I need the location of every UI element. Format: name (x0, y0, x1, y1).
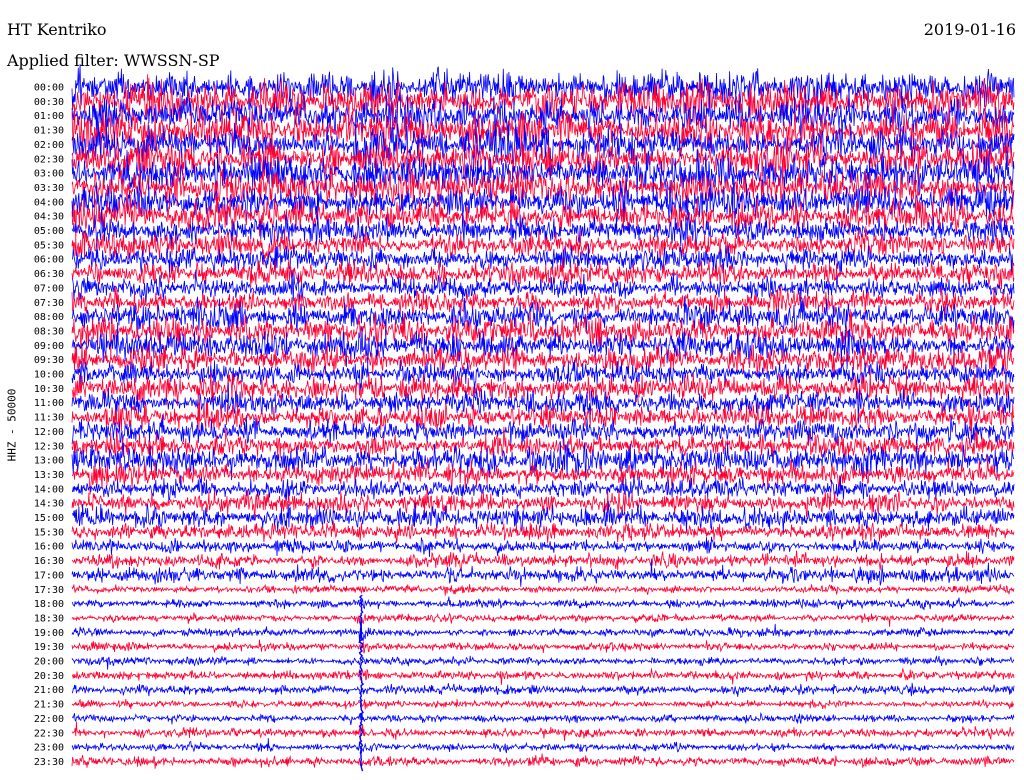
trace-row (71, 149, 1015, 202)
row-time-label: 19:00 (34, 628, 64, 639)
trace-row (71, 536, 1015, 558)
row-time-label: 01:30 (34, 126, 64, 137)
row-time-label: 06:00 (34, 255, 64, 266)
trace-row (71, 583, 1015, 596)
row-time-label: 23:30 (34, 757, 64, 768)
trace-row (71, 596, 1015, 611)
trace-row (71, 309, 1015, 357)
row-time-label: 21:00 (34, 685, 64, 696)
row-time-label: 20:00 (34, 657, 64, 668)
row-time-label: 00:00 (34, 83, 64, 94)
row-time-label: 09:30 (34, 355, 64, 366)
row-time-label: 15:00 (34, 513, 64, 524)
row-time-label: 07:30 (34, 298, 64, 309)
trace-row (71, 668, 1015, 685)
trace-row (71, 721, 1015, 741)
row-time-label: 04:30 (34, 212, 64, 223)
row-time-label: 20:30 (34, 671, 64, 682)
trace-row (71, 639, 1015, 654)
row-time-label: 13:00 (34, 456, 64, 467)
row-time-label: 11:30 (34, 413, 64, 424)
row-time-label: 08:00 (34, 312, 64, 323)
row-time-label: 02:30 (34, 154, 64, 165)
row-time-label: 07:00 (34, 283, 64, 294)
trace-row (71, 550, 1015, 571)
row-time-label: 21:30 (34, 700, 64, 711)
trace-row (71, 612, 1015, 627)
row-time-label: 01:00 (34, 111, 64, 122)
row-time-label: 23:00 (34, 743, 64, 754)
row-time-label: 05:30 (34, 240, 64, 251)
trace-row (71, 738, 1015, 754)
row-time-label: 08:30 (34, 326, 64, 337)
row-time-label: 22:00 (34, 714, 64, 725)
trace-row (71, 655, 1015, 670)
row-time-label: 18:00 (34, 599, 64, 610)
row-time-label: 00:30 (34, 97, 64, 108)
row-time-label: 03:30 (34, 183, 64, 194)
row-time-label: 16:00 (34, 542, 64, 553)
row-time-label: 04:00 (34, 197, 64, 208)
row-time-label: 17:00 (34, 570, 64, 581)
trace-row (71, 698, 1014, 710)
row-time-label: 10:30 (34, 384, 64, 395)
row-time-label: 14:00 (34, 484, 64, 495)
row-time-label: 16:30 (34, 556, 64, 567)
trace-row (71, 621, 1015, 642)
row-time-label: 15:30 (34, 527, 64, 538)
row-time-label: 06:30 (34, 269, 64, 280)
trace-row (71, 520, 1015, 544)
row-time-label: 17:30 (34, 585, 64, 596)
row-time-label: 19:30 (34, 642, 64, 653)
row-time-label: 18:30 (34, 613, 64, 624)
row-time-label: 09:00 (34, 341, 64, 352)
row-time-label: 03:00 (34, 169, 64, 180)
trace-row (71, 682, 1015, 697)
helicorder-plot: 00:00 00:30 01:00 01:30 02:00 02:30 03:00 03:30… (34, 64, 1015, 772)
row-time-label: 12:00 (34, 427, 64, 438)
trace-row (71, 561, 1015, 587)
row-time-label: 14:30 (34, 499, 64, 510)
trace-row (71, 711, 1015, 725)
row-time-label: 10:00 (34, 370, 64, 381)
row-time-label: 12:30 (34, 441, 64, 452)
row-time-label: 02:00 (34, 140, 64, 151)
row-time-label: 11:00 (34, 398, 64, 409)
row-time-label: 22:30 (34, 728, 64, 739)
row-time-label: 13:30 (34, 470, 64, 481)
row-time-label: 05:00 (34, 226, 64, 237)
trace-row (71, 753, 1015, 769)
